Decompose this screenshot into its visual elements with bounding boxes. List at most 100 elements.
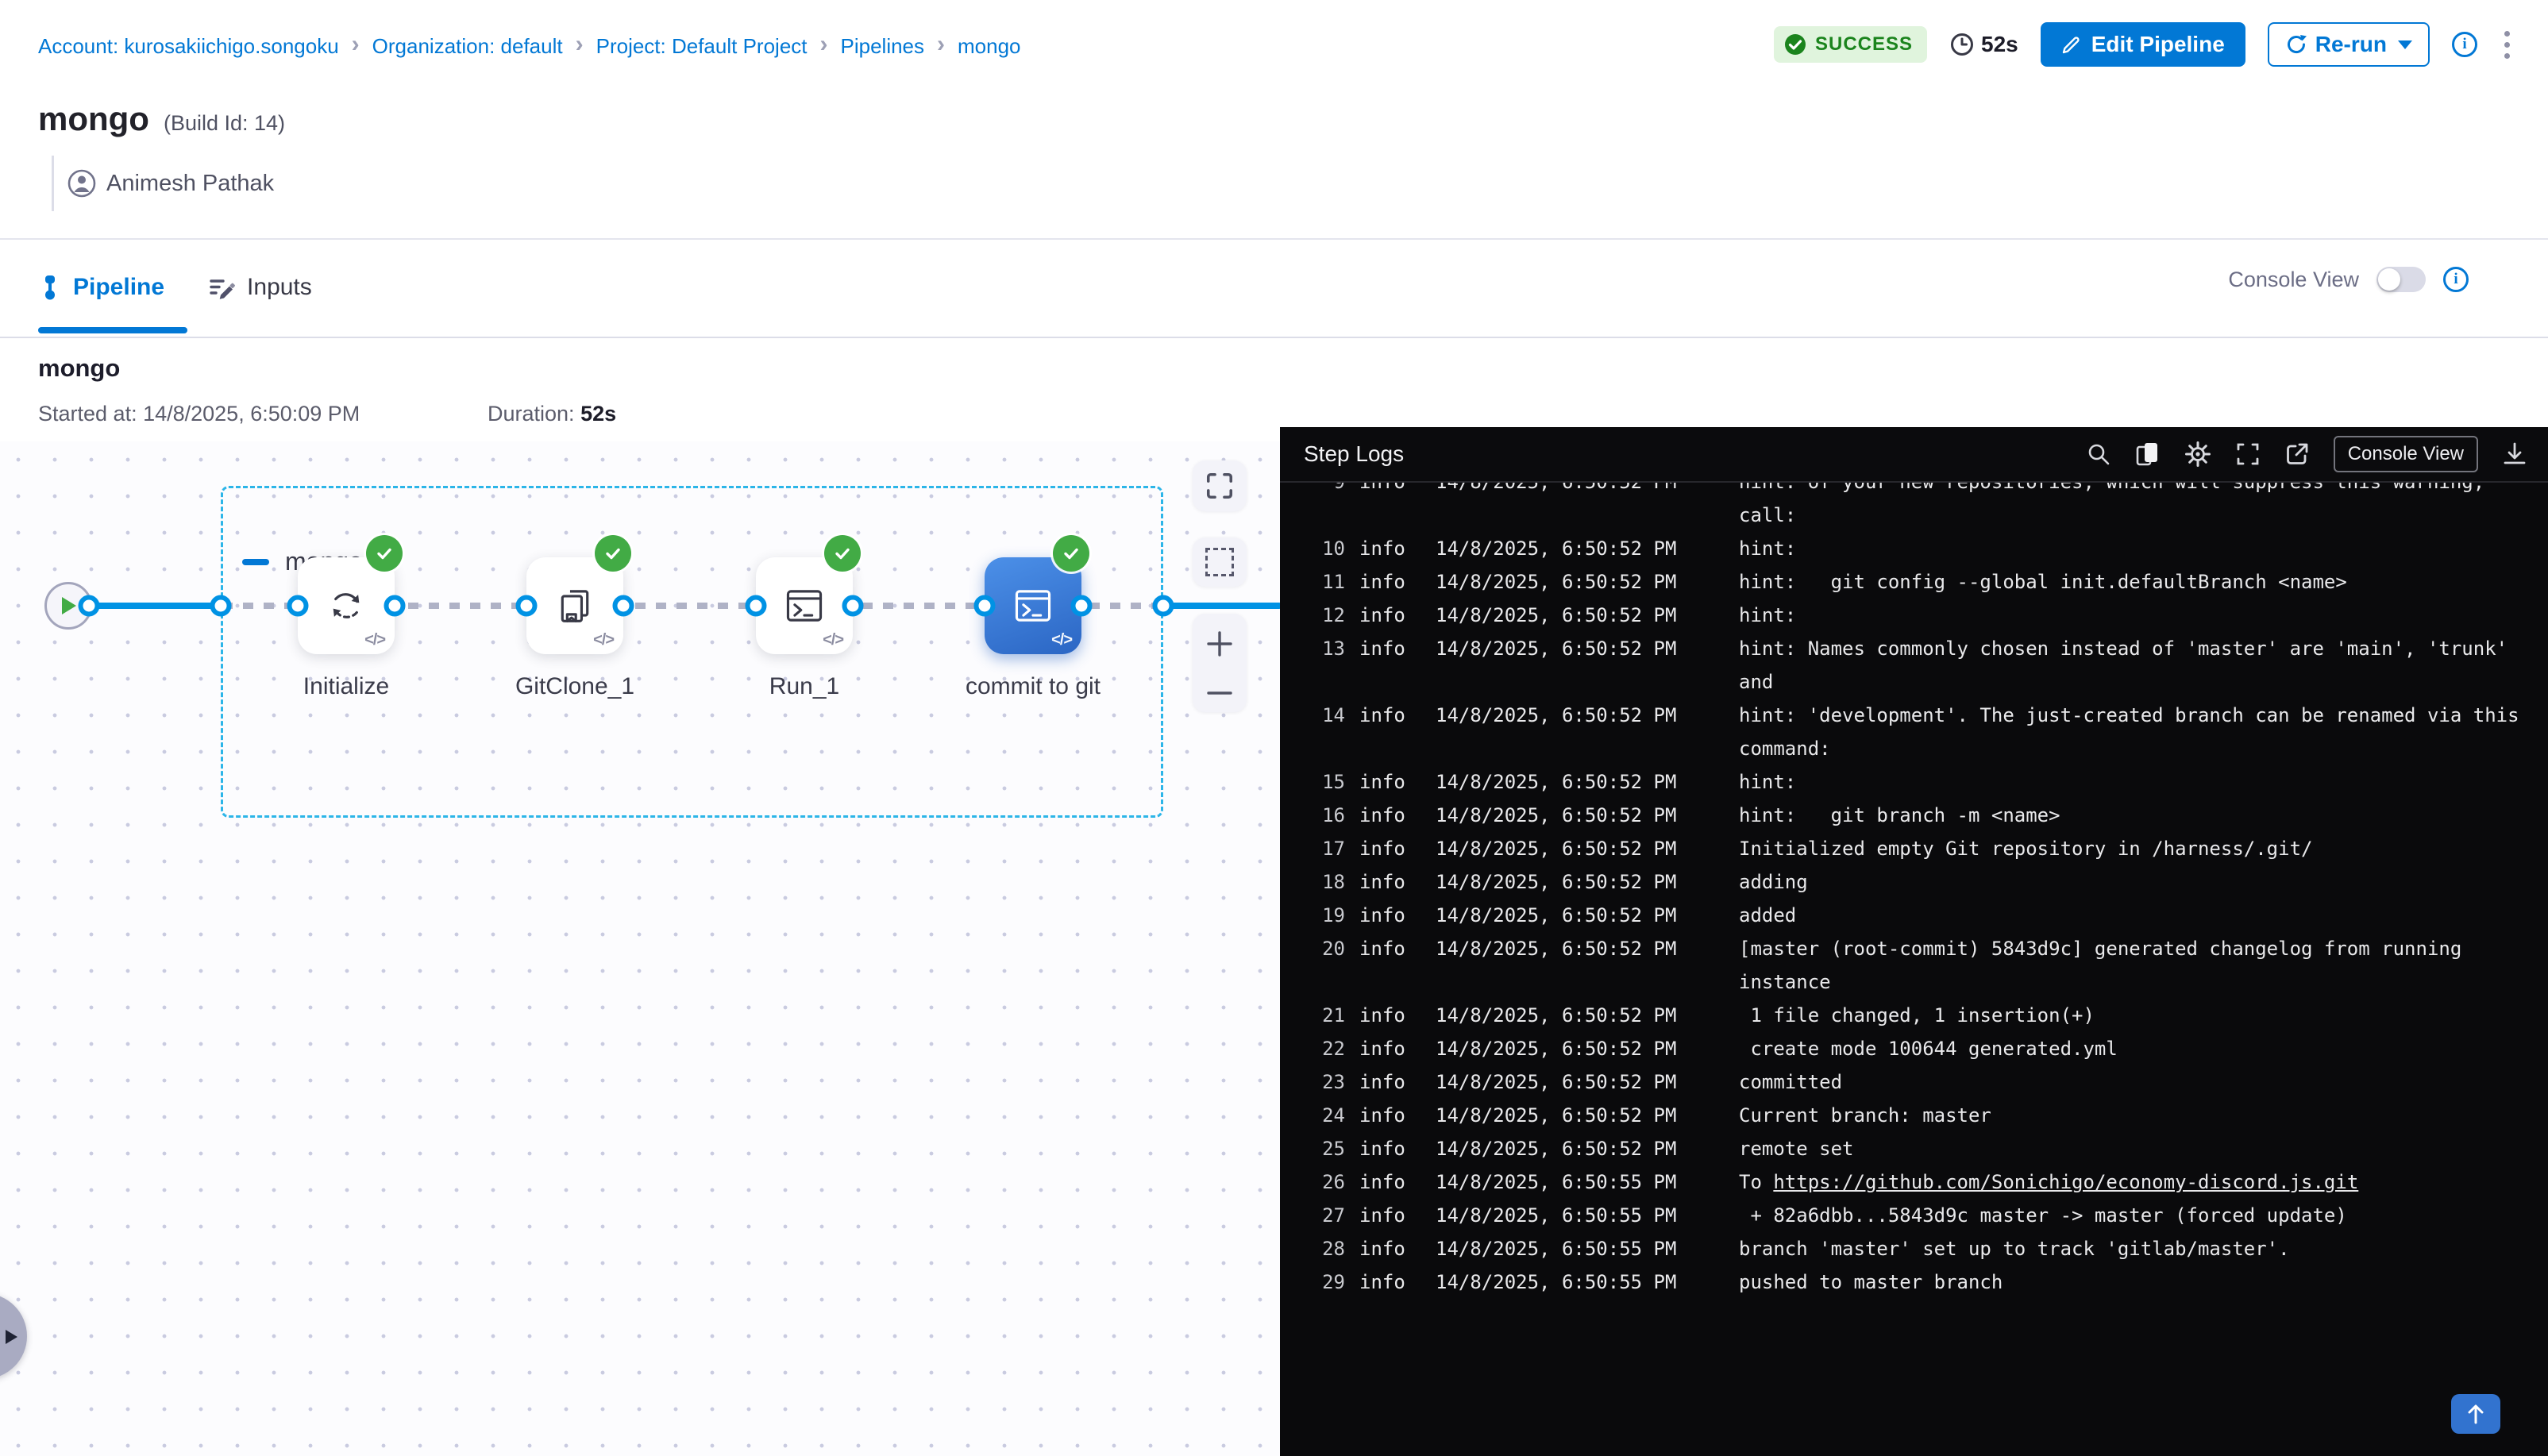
console-view-info-icon[interactable]: i	[2443, 267, 2469, 292]
log-message: hint: Names commonly chosen instead of '…	[1739, 632, 2529, 699]
author-block: Animesh Pathak	[52, 156, 274, 211]
log-level: info	[1359, 999, 1409, 1032]
log-timestamp: 14/8/2025, 6:50:52 PM	[1436, 532, 1685, 565]
tab-pipeline[interactable]: Pipeline	[38, 274, 164, 301]
edit-pipeline-button[interactable]: Edit Pipeline	[2041, 22, 2245, 67]
log-timestamp: 14/8/2025, 6:50:52 PM	[1436, 483, 1685, 499]
left-panel-expand-handle[interactable]	[0, 1293, 27, 1379]
zoom-out-button[interactable]	[1204, 688, 1235, 699]
log-download-icon[interactable]	[2502, 441, 2527, 467]
pipeline-step-initialize[interactable]: </>	[298, 557, 395, 654]
log-message: Current branch: master	[1739, 1099, 2529, 1132]
log-message: + 82a6dbb...5843d9c master -> master (fo…	[1739, 1199, 2529, 1232]
step-success-badge	[824, 535, 861, 572]
log-timestamp: 14/8/2025, 6:50:55 PM	[1436, 1165, 1685, 1199]
scroll-to-top-button[interactable]	[2451, 1394, 2500, 1434]
console-view-button[interactable]: Console View	[2334, 436, 2478, 472]
breadcrumb-link[interactable]: Organization: default	[372, 34, 563, 59]
stage-info-band: mongo Started at: 14/8/2025, 6:50:09 PM …	[0, 338, 2548, 441]
page-title-row: mongo (Build Id: 14)	[38, 100, 285, 138]
log-row: 29info14/8/2025, 6:50:55 PMpushed to mas…	[1316, 1265, 2529, 1299]
log-row: 13info14/8/2025, 6:50:52 PMhint: Names c…	[1316, 632, 2529, 699]
log-timestamp: 14/8/2025, 6:50:52 PM	[1436, 599, 1685, 632]
log-row: 27info14/8/2025, 6:50:55 PM + 82a6dbb...…	[1316, 1199, 2529, 1232]
code-glyph: </>	[823, 631, 843, 649]
log-timestamp: 14/8/2025, 6:50:52 PM	[1436, 865, 1685, 899]
code-glyph: </>	[364, 631, 385, 649]
step-logs-panel: Step Logs Console View	[1280, 427, 2548, 1456]
status-badge: SUCCESS	[1774, 26, 1927, 63]
page-title: mongo	[38, 100, 149, 138]
step-label: GitClone_1	[456, 673, 694, 700]
connector-port	[1153, 595, 1174, 617]
log-copy-icon[interactable]	[2135, 441, 2161, 468]
status-text: SUCCESS	[1815, 33, 1913, 56]
log-timestamp: 14/8/2025, 6:50:52 PM	[1436, 765, 1685, 799]
breadcrumb-separator-icon: ›	[576, 31, 584, 58]
breadcrumb-link[interactable]: Account: kurosakiichigo.songoku	[38, 34, 339, 59]
log-link[interactable]: https://github.com/Sonichigo/economy-dis…	[1773, 1171, 2358, 1193]
breadcrumb-link[interactable]: Pipelines	[841, 34, 925, 59]
log-row: 15 info 14/8/2025, 6:50:52 PM hint:	[1316, 765, 2529, 799]
canvas-fullscreen-button[interactable]	[1193, 460, 1247, 511]
log-timestamp: 14/8/2025, 6:50:52 PM	[1436, 799, 1685, 832]
zoom-in-button[interactable]	[1204, 628, 1235, 660]
log-level: info	[1359, 1032, 1409, 1065]
log-message: hint:	[1739, 599, 2529, 632]
more-options-menu[interactable]	[2500, 26, 2515, 64]
log-message: hint: git config --global init.defaultBr…	[1739, 565, 2529, 599]
collapse-group-icon[interactable]	[242, 559, 269, 565]
log-message: added	[1739, 899, 2529, 932]
log-row: 22info14/8/2025, 6:50:52 PM create mode …	[1316, 1032, 2529, 1065]
tab-inputs[interactable]: Inputs	[209, 274, 312, 301]
log-line-number: 17	[1316, 832, 1345, 865]
info-icon[interactable]: i	[2452, 32, 2477, 57]
rerun-button[interactable]: Re-run	[2268, 22, 2430, 67]
log-settings-icon[interactable]	[2184, 441, 2211, 468]
log-line-number: 24	[1316, 1099, 1345, 1132]
log-timestamp: 14/8/2025, 6:50:52 PM	[1436, 632, 1685, 665]
console-view-toggle[interactable]	[2376, 267, 2426, 292]
log-timestamp: 14/8/2025, 6:50:52 PM	[1436, 1065, 1685, 1099]
log-line-number: 10	[1316, 532, 1345, 565]
log-message: remote set	[1739, 1132, 2529, 1165]
log-timestamp: 14/8/2025, 6:50:52 PM	[1436, 1099, 1685, 1132]
log-message: hint: of your new repositories, which wi…	[1739, 483, 2529, 532]
log-level: info	[1359, 532, 1409, 565]
log-output[interactable]: 9info14/8/2025, 6:50:52 PMhint: of your …	[1280, 483, 2548, 1456]
log-row: 16info14/8/2025, 6:50:52 PMhint: git bra…	[1316, 799, 2529, 832]
log-row: 11info14/8/2025, 6:50:52 PMhint: git con…	[1316, 565, 2529, 599]
breadcrumb-link[interactable]: mongo	[958, 34, 1021, 59]
log-search-icon[interactable]	[2086, 441, 2111, 467]
harness-pipeline-execution-page: Account: kurosakiichigo.songoku › Organiza…	[0, 0, 2548, 1456]
code-glyph: </>	[593, 631, 614, 649]
pipeline-step-gitclone_1[interactable]: </>	[526, 557, 623, 654]
inputs-icon	[209, 275, 236, 299]
log-fullscreen-icon[interactable]	[2235, 441, 2261, 467]
terminal-icon	[1010, 583, 1056, 629]
log-line-number: 18	[1316, 865, 1345, 899]
log-level: info	[1359, 1265, 1409, 1299]
log-timestamp: 14/8/2025, 6:50:52 PM	[1436, 1032, 1685, 1065]
canvas-selection-button[interactable]	[1193, 537, 1247, 587]
breadcrumb-separator-icon: ›	[352, 31, 360, 58]
log-message: pushed to master branch	[1739, 1265, 2529, 1299]
step-success-badge	[1053, 535, 1089, 572]
breadcrumb-link[interactable]: Project: Default Project	[596, 34, 808, 59]
log-timestamp: 14/8/2025, 6:50:52 PM	[1436, 1132, 1685, 1165]
step-label: commit to git	[914, 673, 1152, 700]
log-row: 14info14/8/2025, 6:50:52 PMhint: 'develo…	[1316, 699, 2529, 765]
pipeline-step-commit-to-git[interactable]: </>	[985, 557, 1081, 654]
step-label: Initialize	[227, 673, 465, 700]
stage-duration: Duration: 52s	[488, 402, 616, 426]
log-line-number: 19	[1316, 899, 1345, 932]
step-success-badge	[366, 535, 403, 572]
log-line-number: 22	[1316, 1032, 1345, 1065]
log-level: info	[1359, 599, 1409, 632]
log-line-number: 15	[1316, 765, 1345, 799]
log-message: hint:	[1739, 765, 2529, 799]
pipeline-step-run_1[interactable]: </>	[756, 557, 853, 654]
log-open-external-icon[interactable]	[2284, 441, 2310, 467]
log-timestamp: 14/8/2025, 6:50:55 PM	[1436, 1199, 1685, 1232]
log-level: info	[1359, 765, 1409, 799]
